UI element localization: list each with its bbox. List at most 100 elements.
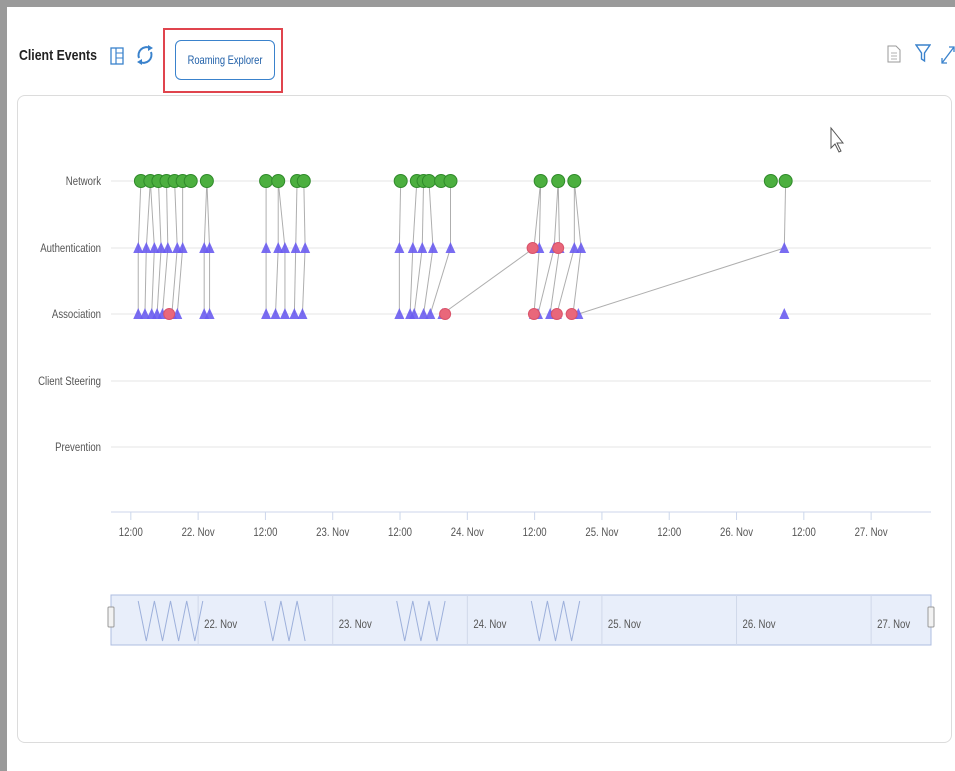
event-link — [203, 180, 208, 249]
refresh-icon[interactable] — [135, 43, 155, 67]
event-link — [398, 180, 402, 249]
event-link — [176, 247, 184, 315]
event-link — [165, 180, 169, 249]
event-link — [442, 247, 535, 315]
event-link — [293, 247, 297, 315]
y-axis-label: Client Steering — [38, 375, 101, 388]
network-event-marker — [421, 174, 436, 188]
column-layout-icon[interactable] — [110, 47, 124, 65]
event-link — [428, 180, 434, 249]
chart-y-axis-labels: Network Authentication Association Client S… — [38, 175, 101, 454]
page-title: Client Events — [19, 47, 97, 64]
event-link — [149, 180, 155, 249]
event-link — [421, 180, 425, 249]
event-link — [157, 180, 162, 249]
network-event-marker — [567, 174, 582, 188]
failure-event-marker — [552, 242, 565, 254]
failure-event-marker — [439, 308, 452, 320]
failure-event-marker — [565, 308, 578, 320]
event-link — [423, 247, 434, 315]
chart-card: Network Authentication Association Client S… — [17, 95, 952, 743]
roaming-explorer-button[interactable]: Roaming Explorer — [175, 40, 275, 80]
event-link — [413, 247, 423, 315]
window-top-border — [0, 0, 955, 7]
navigator-label: 25. Nov — [608, 618, 642, 631]
event-link — [409, 247, 414, 315]
navigator-left-handle — [107, 606, 115, 628]
x-axis-tick-label: 25. Nov — [585, 526, 619, 539]
network-event-marker — [259, 174, 274, 188]
window-left-border — [0, 7, 7, 771]
event-link — [161, 247, 169, 315]
event-link — [156, 247, 162, 315]
x-axis-tick-label: 26. Nov — [720, 526, 754, 539]
y-axis-label: Prevention — [55, 441, 101, 454]
client-events-chart[interactable]: Network Authentication Association Client S… — [18, 96, 951, 742]
event-link — [277, 180, 286, 249]
network-event-marker — [199, 174, 214, 188]
network-event-marker — [271, 174, 286, 188]
event-link — [144, 247, 147, 315]
x-axis-tick-label: 12:00 — [388, 526, 412, 539]
event-link — [145, 180, 151, 249]
x-axis-tick-label: 22. Nov — [182, 526, 216, 539]
event-link — [783, 180, 787, 249]
y-axis-label: Network — [66, 175, 102, 188]
event-link — [412, 180, 418, 249]
document-export-icon[interactable] — [887, 45, 901, 63]
event-link — [301, 247, 306, 315]
event-link — [429, 247, 451, 315]
event-link — [171, 247, 178, 315]
chart-x-axis: 12:00 22. Nov 12:00 23. Nov 12:00 24. Nov 12:0… — [111, 511, 931, 539]
chart-grid — [111, 180, 931, 448]
network-event-marker — [551, 174, 566, 188]
event-link — [137, 180, 142, 249]
y-axis-label: Authentication — [40, 242, 101, 255]
event-link — [295, 180, 298, 249]
navigator-label: 24. Nov — [473, 618, 507, 631]
failure-event-marker — [526, 242, 539, 254]
network-event-marker — [533, 174, 548, 188]
client-events-header: Client Events Roaming Explorer — [7, 7, 955, 93]
event-link — [572, 247, 582, 315]
x-axis-tick-label: 24. Nov — [451, 526, 485, 539]
x-axis-tick-label: 23. Nov — [316, 526, 350, 539]
chart-navigator[interactable]: 22. Nov 23. Nov 24. Nov 25. Nov 26. Nov 27. N… — [107, 594, 935, 646]
event-link — [303, 180, 306, 249]
event-link — [533, 247, 540, 315]
event-link — [556, 247, 575, 315]
event-link — [557, 180, 561, 249]
chart-data-marks[interactable] — [133, 174, 793, 320]
navigator-right-handle — [927, 606, 935, 628]
network-event-marker — [443, 174, 458, 188]
x-axis-tick-label: 12:00 — [523, 526, 547, 539]
navigator-label: 27. Nov — [877, 618, 911, 631]
event-link — [206, 180, 211, 249]
x-axis-tick-label: 12:00 — [119, 526, 143, 539]
event-link — [573, 180, 582, 249]
x-axis-tick-label: 27. Nov — [855, 526, 889, 539]
y-axis-label: Association — [52, 308, 101, 321]
network-event-marker — [763, 174, 778, 188]
event-link — [275, 247, 279, 315]
navigator-label: 26. Nov — [743, 618, 777, 631]
event-link — [151, 247, 155, 315]
network-event-marker — [296, 174, 311, 188]
network-event-marker — [183, 174, 198, 188]
event-link — [553, 180, 559, 249]
navigator-label: 22. Nov — [204, 618, 238, 631]
network-event-marker — [393, 174, 408, 188]
x-axis-tick-label: 12:00 — [253, 526, 277, 539]
mouse-cursor-icon — [830, 126, 845, 153]
event-link — [578, 247, 785, 315]
x-axis-tick-label: 12:00 — [792, 526, 816, 539]
x-axis-tick-label: 12:00 — [657, 526, 681, 539]
navigator-label: 23. Nov — [339, 618, 373, 631]
failure-event-marker — [527, 308, 540, 320]
failure-event-marker — [550, 308, 563, 320]
event-link — [174, 180, 178, 249]
failure-event-marker — [163, 308, 176, 320]
expand-icon[interactable] — [940, 45, 955, 65]
filter-icon[interactable] — [915, 43, 931, 63]
network-event-marker — [778, 174, 793, 188]
